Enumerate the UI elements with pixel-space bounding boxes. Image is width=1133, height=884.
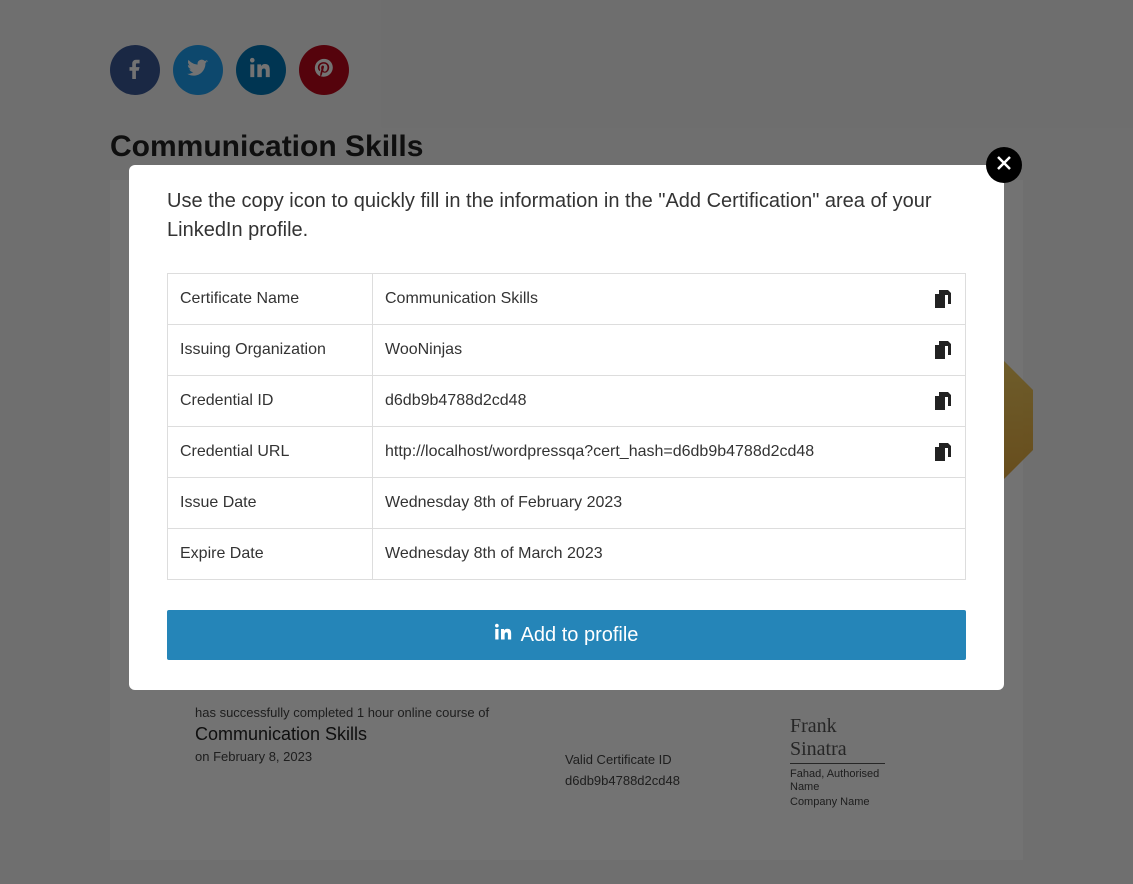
- copy-icon[interactable]: [935, 341, 951, 359]
- cert-name-label: Certificate Name: [168, 274, 373, 325]
- table-row: Credential URL http://localhost/wordpres…: [168, 427, 966, 478]
- issuer-text: WooNinjas: [385, 341, 462, 358]
- table-row: Certificate Name Communication Skills: [168, 274, 966, 325]
- issue-date-value: Wednesday 8th of February 2023: [373, 478, 966, 529]
- credential-url-value: http://localhost/wordpressqa?cert_hash=d…: [373, 427, 966, 478]
- copy-icon[interactable]: [935, 290, 951, 308]
- cert-name-value: Communication Skills: [373, 274, 966, 325]
- expire-date-text: Wednesday 8th of March 2023: [385, 545, 603, 562]
- close-button[interactable]: [986, 147, 1022, 183]
- cert-name-text: Communication Skills: [385, 290, 538, 307]
- copy-icon[interactable]: [935, 443, 951, 461]
- table-row: Credential ID d6db9b4788d2cd48: [168, 376, 966, 427]
- add-to-profile-label: Add to profile: [521, 624, 639, 647]
- expire-date-value: Wednesday 8th of March 2023: [373, 529, 966, 580]
- linkedin-cert-modal: Use the copy icon to quickly fill in the…: [129, 165, 1004, 690]
- expire-date-label: Expire Date: [168, 529, 373, 580]
- linkedin-icon: [495, 623, 513, 647]
- table-row: Expire Date Wednesday 8th of March 2023: [168, 529, 966, 580]
- close-icon: [997, 156, 1011, 175]
- issue-date-text: Wednesday 8th of February 2023: [385, 494, 622, 511]
- credential-id-text: d6db9b4788d2cd48: [385, 392, 526, 409]
- issuer-value: WooNinjas: [373, 325, 966, 376]
- copy-icon[interactable]: [935, 392, 951, 410]
- issuer-label: Issuing Organization: [168, 325, 373, 376]
- credential-url-label: Credential URL: [168, 427, 373, 478]
- modal-overlay: Use the copy icon to quickly fill in the…: [0, 0, 1133, 884]
- certificate-info-table: Certificate Name Communication Skills Is…: [167, 273, 966, 580]
- credential-url-text: http://localhost/wordpressqa?cert_hash=d…: [385, 443, 814, 460]
- table-row: Issue Date Wednesday 8th of February 202…: [168, 478, 966, 529]
- credential-id-label: Credential ID: [168, 376, 373, 427]
- table-row: Issuing Organization WooNinjas: [168, 325, 966, 376]
- credential-id-value: d6db9b4788d2cd48: [373, 376, 966, 427]
- modal-intro-text: Use the copy icon to quickly fill in the…: [167, 187, 966, 245]
- issue-date-label: Issue Date: [168, 478, 373, 529]
- add-to-profile-button[interactable]: Add to profile: [167, 610, 966, 660]
